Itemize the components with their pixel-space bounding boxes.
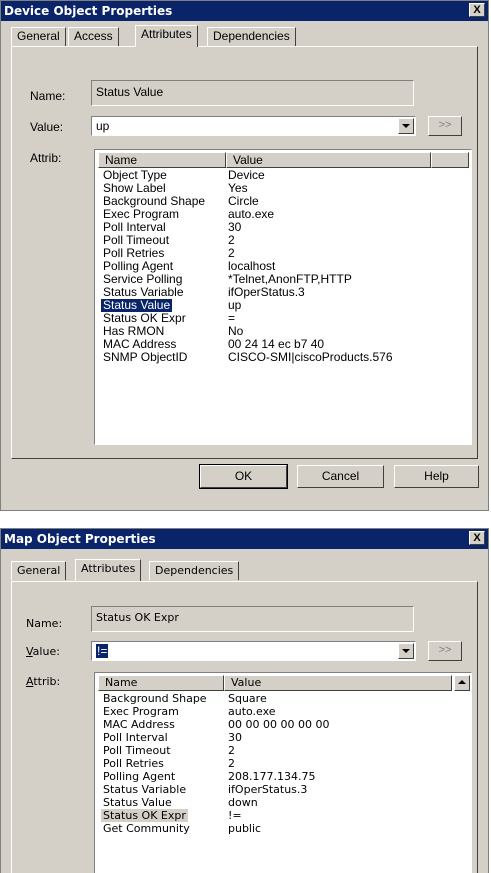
attr-name: Status Value [103,796,172,809]
dialog-title: Map Object Properties [1,529,488,549]
value-combo-text: != [96,644,109,658]
attrib-label: Attrib: [26,675,60,688]
device-object-properties-dialog: Device Object Properties X General Acces… [0,0,489,511]
attr-value: 2 [228,757,235,770]
tab-dependencies[interactable]: Dependencies [149,561,240,580]
attrib-label: Attrib: [30,151,62,165]
value-label-mnemonic: V [26,645,33,658]
name-value: Status OK Expr [96,611,179,624]
attributes-panel: Name: Status OK Expr Value: != >> Attrib… [11,581,478,873]
attr-value: CISCO-SMI|ciscoProducts.576 [228,350,393,364]
name-field: Status OK Expr [91,606,414,632]
value-combo-text: up [96,119,110,133]
attr-name: Status Variable [103,783,187,796]
map-object-properties-dialog: Map Object Properties X General Attribut… [0,528,489,873]
attr-value: auto.exe [228,705,276,718]
column-header-filler [431,152,469,168]
tab-access[interactable]: Access [68,27,119,46]
name-field: Status Value [91,80,414,106]
name-label: Name: [30,89,66,103]
help-button[interactable]: Help [394,465,479,488]
attrib-list[interactable]: Name Value Object Type Device Show Label Y… [94,149,472,445]
attr-name: Polling Agent [103,770,176,783]
attrib-label-text: ttrib: [33,675,61,688]
value-label-text: alue: [32,645,60,658]
attr-value: 00 00 00 00 00 00 [228,718,330,731]
attr-value: 2 [228,744,235,757]
attr-value: ifOperStatus.3 [228,783,308,796]
attr-value: 208.177.134.75 [228,770,316,783]
value-label: Value: [26,645,60,658]
close-button[interactable]: X [469,3,485,17]
attr-name: Poll Timeout [103,744,171,757]
dialog-title: Device Object Properties [1,1,488,21]
tab-general[interactable]: General [11,561,67,580]
column-header-name[interactable]: Name [98,675,224,691]
attr-name: Poll Retries [103,757,164,770]
next-button[interactable]: >> [428,641,462,661]
value-combo[interactable]: up [91,116,416,136]
tab-general[interactable]: General [11,27,66,46]
ok-button[interactable]: OK [199,464,288,489]
close-button[interactable]: X [469,531,485,545]
attrib-list[interactable]: Name Value Background Shape Square Exec P… [94,672,472,873]
scroll-up-icon[interactable] [454,675,470,691]
next-button[interactable]: >> [428,116,462,136]
value-combo[interactable]: != [91,641,416,661]
tab-dependencies[interactable]: Dependencies [207,27,296,46]
attr-name: SNMP ObjectID [103,350,188,364]
value-label: Value: [30,120,64,134]
attr-name: MAC Address [103,718,175,731]
chevron-down-icon[interactable] [398,118,414,134]
chevron-down-icon[interactable] [398,643,414,659]
attr-value: != [228,809,242,822]
attributes-panel: Name: Status Value Value: up >> Attrib: … [11,46,478,459]
attr-name: Get Community [103,822,190,835]
column-header-value[interactable]: Value [226,152,431,168]
name-value: Status Value [96,85,164,99]
attr-name: Background Shape [103,692,207,705]
attr-name: Status OK Expr [101,809,188,822]
attr-value: down [228,796,258,809]
tab-attributes[interactable]: Attributes [135,25,198,47]
column-header-name[interactable]: Name [98,152,226,168]
attr-name: Exec Program [103,705,179,718]
cancel-button[interactable]: Cancel [297,465,384,488]
column-header-value[interactable]: Value [224,675,452,691]
attr-value: 30 [228,731,242,744]
name-label: Name: [26,617,63,630]
tab-attributes[interactable]: Attributes [75,559,142,581]
attr-name: Poll Interval [103,731,168,744]
attr-value: Square [228,692,267,705]
attr-value: public [228,822,262,835]
